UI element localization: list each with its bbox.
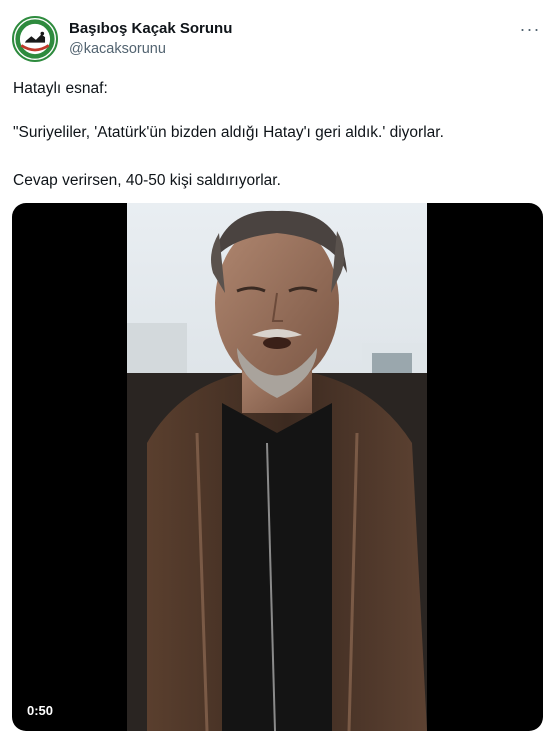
author-handle[interactable]: @kacaksorunu xyxy=(69,41,166,57)
tweet-header: Başıboş Kaçak Sorunu @kacaksorunu ··· xyxy=(12,14,543,62)
video-player[interactable]: 0:50 xyxy=(12,203,543,731)
video-duration-badge: 0:50 xyxy=(20,700,61,721)
green-circular-logo-icon xyxy=(15,19,55,59)
author-name[interactable]: Başıboş Kaçak Sorunu xyxy=(69,20,232,37)
video-frame xyxy=(127,203,427,731)
avatar[interactable] xyxy=(12,16,58,62)
tweet-text-line-3: Cevap verirsen, 40-50 kişi saldırıyorlar… xyxy=(13,172,281,189)
tweet-text-line-2: "Suriyeliler, 'Atatürk'ün bizden aldığı … xyxy=(13,124,444,141)
tweet-text-line-1: Hataylı esnaf: xyxy=(13,80,108,97)
ellipsis-icon[interactable]: ··· xyxy=(517,16,543,42)
